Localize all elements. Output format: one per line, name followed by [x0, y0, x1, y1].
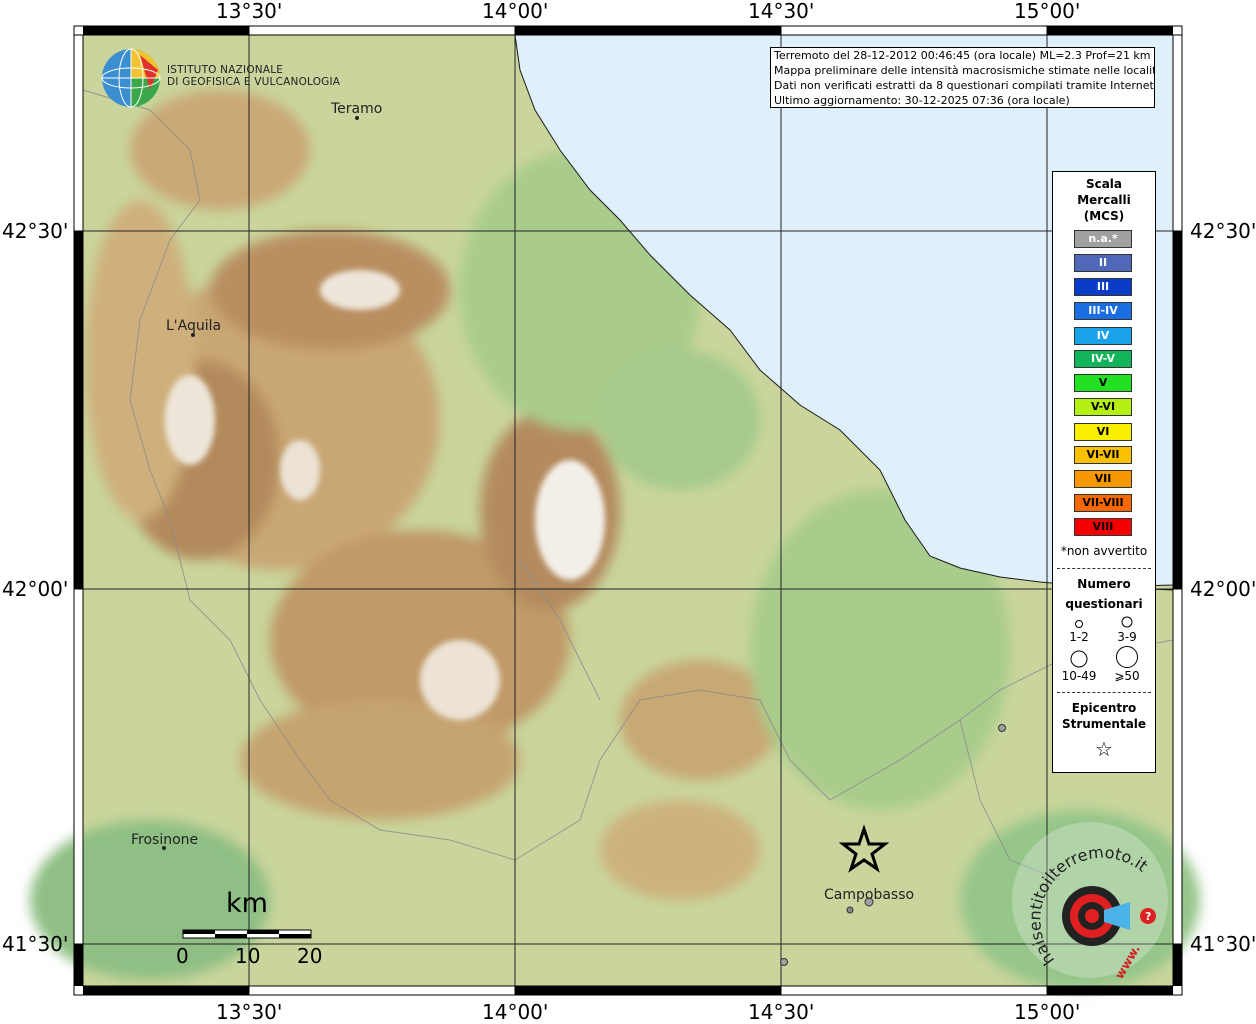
city-label-frosinone: Frosinone — [131, 832, 199, 848]
legend-swatch: VI-VII — [1074, 446, 1132, 464]
ingv-logo-text: ISTITUTO NAZIONALE DI GEOFISICA E VULCAN… — [167, 64, 340, 88]
legend-title-line-3: (MCS) — [1083, 209, 1125, 223]
info-line-4: Ultimo aggiornamento: 30-12-2025 07:36 (… — [774, 94, 1070, 107]
legend-swatch: VII — [1074, 470, 1132, 488]
count-title: Numero questionari — [1053, 574, 1155, 614]
logo-line-1: ISTITUTO NAZIONALE — [167, 64, 284, 76]
city-label-campobasso: Campobasso — [824, 887, 915, 903]
count-label-10-49: 10-49 — [1061, 669, 1097, 683]
legend-swatch: III — [1074, 278, 1132, 296]
lon-label-top: 13°30' — [216, 0, 283, 23]
scale-tick-10: 10 — [235, 944, 261, 968]
lat-label-left: 42°30' — [2, 219, 69, 243]
legend-note: *non avvertito — [1060, 544, 1148, 558]
watermark-url-text: www. — [1112, 942, 1143, 980]
questionnaire-point — [780, 958, 788, 966]
legend-swatch: VI — [1074, 423, 1132, 441]
legend-separator — [1057, 692, 1151, 693]
legend-title-line-2: Mercalli — [1077, 193, 1131, 207]
city-label-teramo: Teramo — [331, 101, 383, 117]
info-line-2: Mappa preliminare delle intensità macros… — [774, 64, 1155, 77]
epicenter-star-icon: ☆ — [1095, 737, 1113, 761]
questionnaire-point — [998, 724, 1006, 732]
lon-label-top: 14°30' — [748, 0, 815, 23]
lon-label-top: 14°00' — [482, 0, 549, 23]
legend-swatch: IV-V — [1074, 350, 1132, 368]
legend-swatch: n.a.* — [1074, 230, 1132, 248]
legend-swatch: II — [1074, 254, 1132, 272]
count-title-line-2: questionari — [1065, 597, 1143, 611]
legend-swatch: III-IV — [1074, 302, 1132, 320]
lon-label-bottom: 14°00' — [482, 1000, 549, 1024]
lat-label-right: 42°30' — [1190, 219, 1256, 243]
info-line-1: Terremoto del 28-12-2012 00:46:45 (ora l… — [774, 49, 1151, 62]
epicenter-title: Epicentro Strumentale — [1053, 700, 1155, 732]
watermark-text: haisentitoilterremoto.it www. — [1030, 842, 1151, 980]
lon-label-bottom: 14°30' — [748, 1000, 815, 1024]
legend-swatch: IV — [1074, 327, 1132, 345]
count-label-1-2: 1-2 — [1069, 630, 1089, 644]
lon-label-top: 15°00' — [1014, 0, 1081, 23]
legend-swatch: VIII — [1074, 518, 1132, 536]
mcs-legend: Scala Mercalli (MCS) n.a.* II III III-IV IV I… — [1052, 171, 1156, 773]
legend-separator — [1057, 568, 1151, 569]
lat-label-left: 41°30' — [2, 932, 69, 956]
epicenter-title-line-1: Epicentro — [1071, 701, 1137, 715]
legend-title-line-1: Scala — [1085, 177, 1123, 191]
scale-tick-20: 20 — [297, 944, 323, 968]
scale-tick-0: 0 — [176, 944, 189, 968]
lon-label-bottom: 13°30' — [216, 1000, 283, 1024]
count-label-3-9: 3-9 — [1117, 630, 1137, 644]
legend-swatch: VII-VIII — [1074, 494, 1132, 512]
count-title-line-1: Numero — [1077, 577, 1131, 591]
lat-label-right: 42°00' — [1190, 577, 1256, 601]
logo-line-2: DI GEOFISICA E VULCANOLOGIA — [167, 76, 341, 88]
legend-swatch: V-VI — [1074, 398, 1132, 416]
event-info-box: Terremoto del 28-12-2012 00:46:45 (ora l… — [770, 47, 1155, 108]
lat-label-left: 42°00' — [2, 577, 69, 601]
scale-bar — [182, 929, 312, 939]
legend-swatch: V — [1074, 374, 1132, 392]
scale-unit: km — [226, 888, 268, 919]
legend-title: Scala Mercalli (MCS) — [1053, 176, 1155, 224]
city-label-laquila: L'Aquila — [166, 318, 222, 334]
lon-label-bottom: 15°00' — [1014, 1000, 1081, 1024]
info-line-3: Dati non verificati estratti da 8 questi… — [774, 79, 1155, 92]
epicenter-title-line-2: Strumentale — [1061, 717, 1147, 731]
ingv-logo-icon — [101, 48, 161, 108]
lat-label-right: 41°30' — [1190, 932, 1256, 956]
count-label-50: ⩾50 — [1114, 669, 1140, 683]
